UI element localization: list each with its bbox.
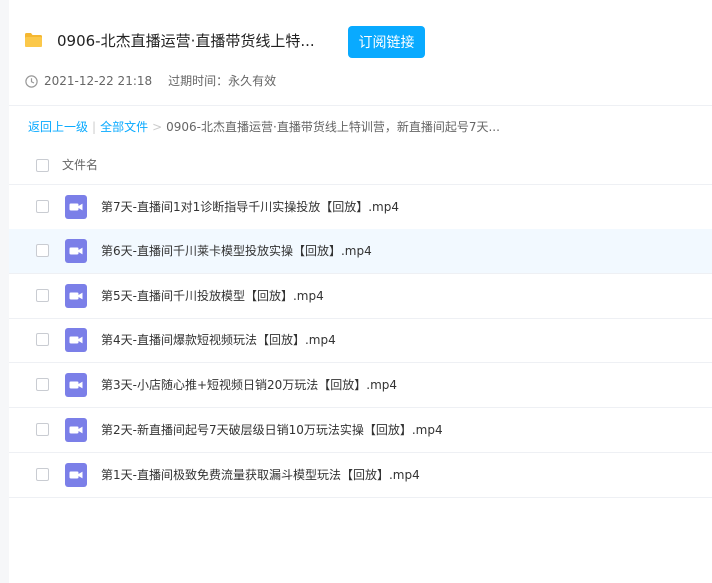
file-row[interactable]: 第6天-直播间千川莱卡模型投放实操【回放】.mp4 bbox=[9, 229, 712, 274]
file-name[interactable]: 第6天-直播间千川莱卡模型投放实操【回放】.mp4 bbox=[101, 242, 372, 260]
share-date: 2021-12-22 21:18 bbox=[44, 74, 153, 88]
folder-icon bbox=[25, 33, 42, 47]
share-title: 0906-北杰直播运营·直播带货线上特... bbox=[57, 32, 315, 50]
video-file-icon bbox=[65, 418, 87, 442]
file-name[interactable]: 第3天-小店随心推+短视频日销20万玩法【回放】.mp4 bbox=[101, 376, 397, 394]
file-checkbox[interactable] bbox=[36, 378, 49, 391]
file-name[interactable]: 第5天-直播间千川投放模型【回放】.mp4 bbox=[101, 287, 324, 305]
file-checkbox[interactable] bbox=[36, 200, 49, 213]
breadcrumb-current: 0906-北杰直播运营·直播带货线上特训营，新直播间起号7天... bbox=[166, 120, 500, 134]
subscribe-button[interactable]: 订阅链接 bbox=[348, 26, 425, 58]
file-row[interactable]: 第2天-新直播间起号7天破层级日销10万玩法实操【回放】.mp4 bbox=[9, 408, 712, 453]
file-row[interactable]: 第5天-直播间千川投放模型【回放】.mp4 bbox=[9, 274, 712, 319]
video-file-icon bbox=[65, 284, 87, 308]
file-checkbox[interactable] bbox=[36, 333, 49, 346]
file-row[interactable]: 第7天-直播间1对1诊断指导千川实操投放【回放】.mp4 bbox=[9, 185, 712, 230]
list-header: 文件名 bbox=[9, 148, 712, 185]
video-file-icon bbox=[65, 373, 87, 397]
video-file-icon bbox=[65, 239, 87, 263]
file-name[interactable]: 第1天-直播间极致免费流量获取漏斗模型玩法【回放】.mp4 bbox=[101, 466, 420, 484]
video-file-icon bbox=[65, 328, 87, 352]
video-file-icon bbox=[65, 463, 87, 487]
share-panel: 0906-北杰直播运营·直播带货线上特... 订阅链接 2021-12-22 2… bbox=[9, 0, 712, 583]
column-filename: 文件名 bbox=[62, 158, 99, 172]
file-row[interactable]: 第3天-小店随心推+短视频日销20万玩法【回放】.mp4 bbox=[9, 363, 712, 408]
expire-time: 过期时间：永久有效 bbox=[168, 74, 277, 88]
share-meta: 2021-12-22 21:18 过期时间：永久有效 bbox=[25, 73, 276, 89]
breadcrumb: 返回上一级 | 全部文件 >0906-北杰直播运营·直播带货线上特训营，新直播间起号7… bbox=[28, 119, 500, 135]
back-link[interactable]: 返回上一级 bbox=[28, 120, 88, 134]
file-row[interactable]: 第4天-直播间爆款短视频玩法【回放】.mp4 bbox=[9, 318, 712, 363]
select-all-checkbox[interactable] bbox=[36, 159, 49, 172]
file-row[interactable]: 第1天-直播间极致免费流量获取漏斗模型玩法【回放】.mp4 bbox=[9, 453, 712, 498]
file-checkbox[interactable] bbox=[36, 468, 49, 481]
file-name[interactable]: 第7天-直播间1对1诊断指导千川实操投放【回放】.mp4 bbox=[101, 198, 399, 216]
clock-icon bbox=[25, 74, 38, 88]
share-header: 0906-北杰直播运营·直播带货线上特... 订阅链接 2021-12-22 2… bbox=[9, 0, 712, 106]
file-checkbox[interactable] bbox=[36, 423, 49, 436]
breadcrumb-divider: | bbox=[92, 120, 97, 134]
file-name[interactable]: 第4天-直播间爆款短视频玩法【回放】.mp4 bbox=[101, 331, 336, 349]
video-file-icon bbox=[65, 195, 87, 219]
file-checkbox[interactable] bbox=[36, 289, 49, 302]
breadcrumb-chevron: > bbox=[152, 120, 163, 134]
file-checkbox[interactable] bbox=[36, 244, 49, 257]
all-files-link[interactable]: 全部文件 bbox=[100, 120, 148, 134]
file-name[interactable]: 第2天-新直播间起号7天破层级日销10万玩法实操【回放】.mp4 bbox=[101, 421, 443, 439]
